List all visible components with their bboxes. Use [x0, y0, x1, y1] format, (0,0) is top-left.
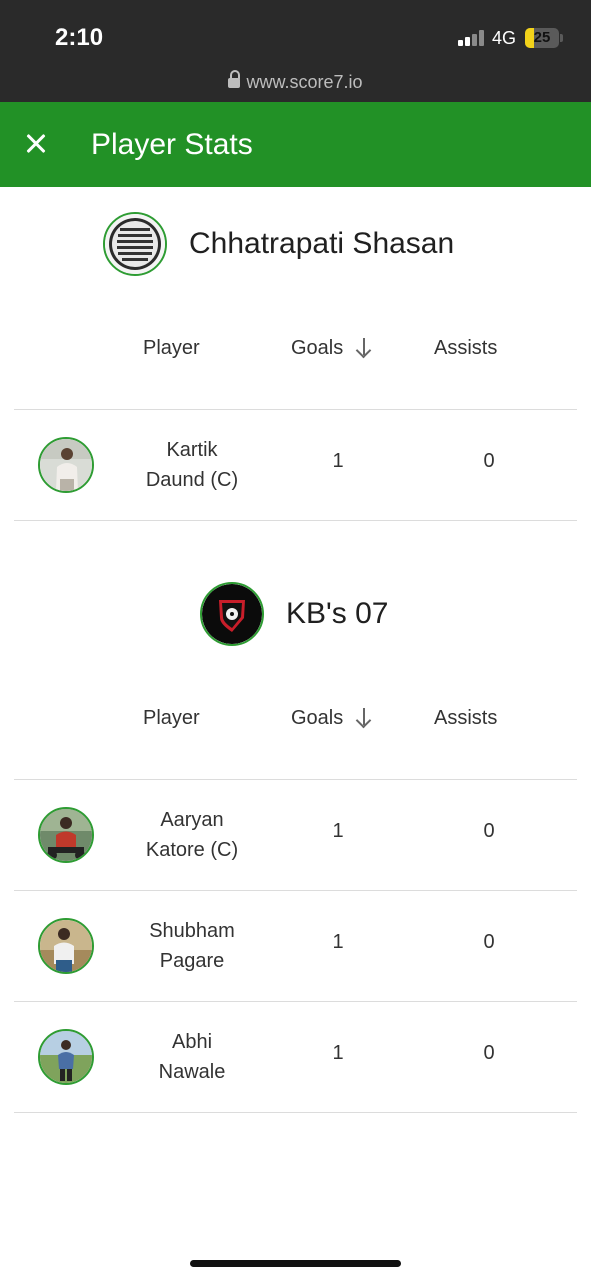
goals-value: 1	[332, 1042, 344, 1064]
column-header-assists[interactable]: Assists	[434, 707, 497, 730]
page-title: Player Stats	[91, 128, 253, 161]
column-header-player[interactable]: Player	[143, 707, 200, 730]
assists-value: 0	[483, 931, 495, 953]
signal-icon	[458, 30, 484, 46]
table-row[interactable]: Kartik Daund (C) 1 0	[14, 410, 577, 520]
team-header: Chhatrapati Shasan	[14, 211, 577, 277]
table-row[interactable]: Abhi Nawale 1 0	[14, 1002, 577, 1112]
column-header-goals[interactable]: Goals	[291, 337, 373, 360]
battery-icon: 25	[525, 28, 559, 48]
assists-value: 0	[483, 1042, 495, 1064]
table-row[interactable]: Shubham Pagare 1 0	[14, 891, 577, 1001]
home-indicator[interactable]	[190, 1260, 401, 1267]
player-avatar	[38, 437, 94, 493]
table-row[interactable]: Aaryan Katore (C) 1 0	[14, 780, 577, 890]
network-type: 4G	[492, 28, 517, 48]
assists-value: 0	[483, 820, 495, 842]
player-name[interactable]: Kartik Daund (C)	[122, 435, 262, 495]
sort-arrow-down-icon	[355, 337, 373, 357]
goals-label: Goals	[291, 337, 344, 359]
assists-value: 0	[483, 450, 495, 472]
team-name: KB's 07	[286, 597, 389, 630]
app-header: Player Stats	[0, 102, 591, 187]
status-time: 2:10	[55, 24, 104, 51]
lock-icon	[228, 70, 241, 89]
status-bar: 2:10 4G 25 www.score7.io	[0, 0, 591, 102]
column-header-player[interactable]: Player	[143, 337, 200, 360]
column-header-goals[interactable]: Goals	[291, 707, 373, 730]
goals-value: 1	[332, 820, 344, 842]
battery-nub	[560, 34, 563, 42]
player-name[interactable]: Shubham Pagare	[122, 916, 262, 976]
divider	[14, 1112, 577, 1113]
team-logo-icon	[200, 582, 264, 646]
player-avatar	[38, 807, 94, 863]
column-header-assists[interactable]: Assists	[434, 337, 497, 360]
team-name: Chhatrapati Shasan	[189, 227, 455, 260]
goals-label: Goals	[291, 707, 344, 729]
battery-percent: 25	[533, 29, 551, 46]
goals-value: 1	[332, 450, 344, 472]
sort-arrow-down-icon	[355, 707, 373, 727]
team-logo-icon	[103, 212, 167, 276]
goals-value: 1	[332, 931, 344, 953]
close-icon[interactable]	[18, 126, 54, 162]
player-name[interactable]: Abhi Nawale	[122, 1027, 262, 1087]
player-avatar	[38, 1029, 94, 1085]
team-header: KB's 07	[14, 581, 577, 647]
url-bar[interactable]: www.score7.io	[0, 70, 591, 93]
url-text: www.score7.io	[246, 72, 363, 92]
divider	[14, 520, 577, 521]
player-avatar	[38, 918, 94, 974]
player-name[interactable]: Aaryan Katore (C)	[122, 805, 262, 865]
